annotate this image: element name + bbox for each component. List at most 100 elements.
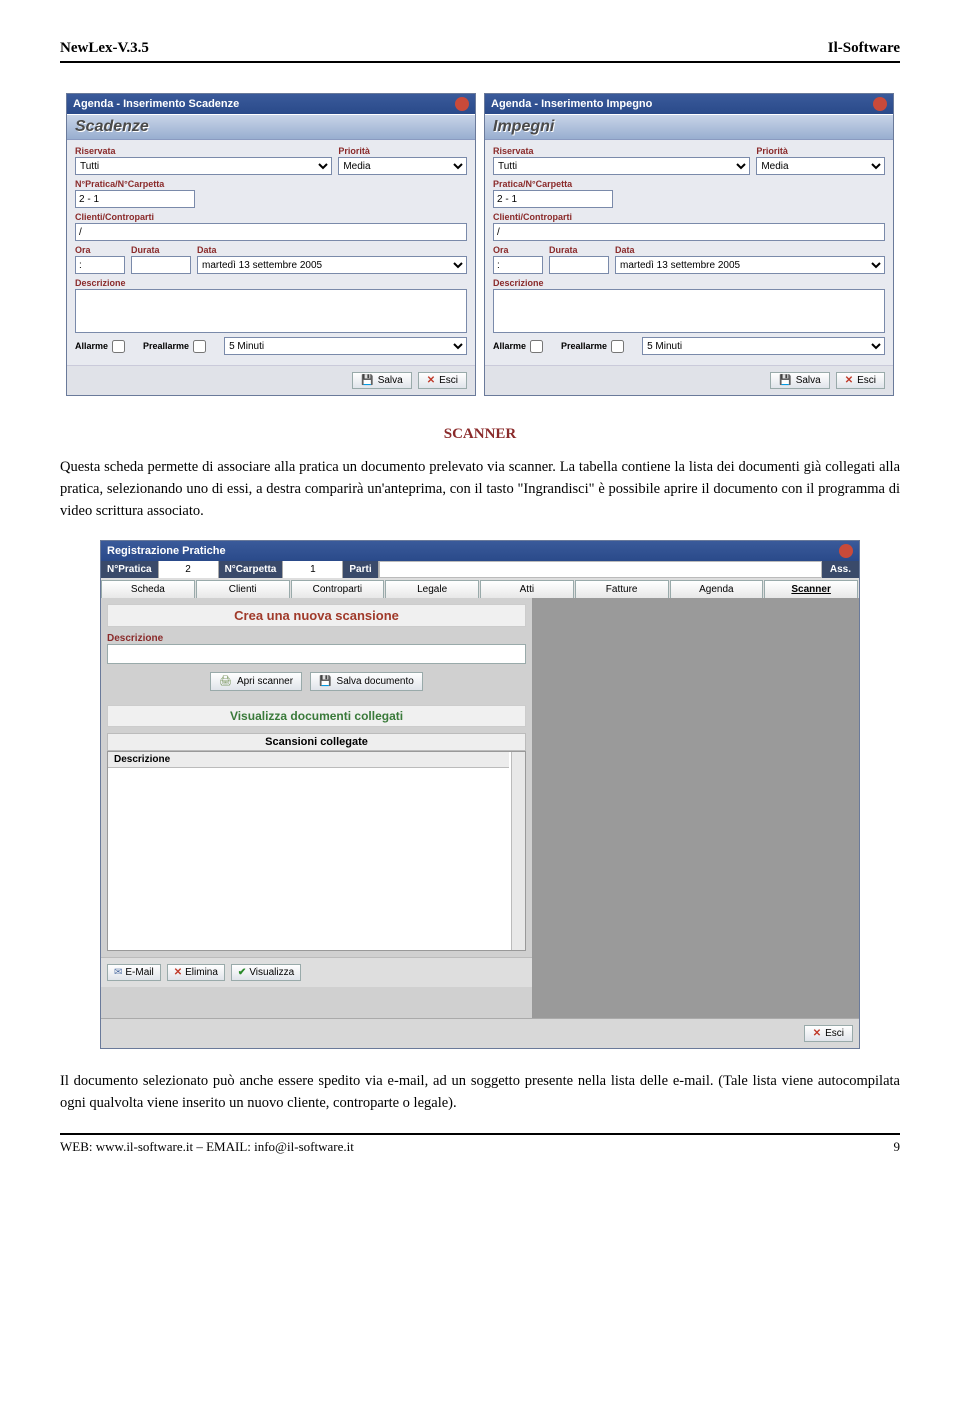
x-icon: ✕ <box>174 967 182 978</box>
impegni-window: Agenda - Inserimento Impegno Impegni Ris… <box>484 93 894 396</box>
preallarme-checkbox[interactable]: Preallarme <box>143 340 206 353</box>
tab-legale[interactable]: Legale <box>385 580 479 598</box>
npratica-label: Pratica/N°Carpetta <box>493 179 885 189</box>
riservata-label: Riservata <box>75 146 332 156</box>
elimina-button[interactable]: ✕Elimina <box>167 964 225 981</box>
riservata-select[interactable]: Tutti <box>75 157 332 175</box>
footer-page: 9 <box>894 1139 901 1155</box>
tab-controparti[interactable]: Controparti <box>291 580 385 598</box>
allarme-checkbox[interactable]: Allarme <box>75 340 125 353</box>
salva-documento-button[interactable]: 💾Salva documento <box>310 672 423 691</box>
section-para1: Questa scheda permette di associare alla… <box>60 457 900 522</box>
npratica-value: 2 <box>159 561 219 578</box>
preallarme-checkbox[interactable]: Preallarme <box>561 340 624 353</box>
descrizione-label: Descrizione <box>75 278 467 288</box>
npratica-input[interactable] <box>493 190 613 208</box>
section-para2: Il documento selezionato può anche esser… <box>60 1071 900 1115</box>
tab-bar: Scheda Clienti Controparti Legale Atti F… <box>101 578 859 598</box>
durata-label: Durata <box>131 245 191 255</box>
esci-button[interactable]: ✕Esci <box>804 1025 853 1042</box>
preallarme-select[interactable]: 5 Minuti <box>642 337 885 355</box>
apri-scanner-button[interactable]: 🖨Apri scanner <box>210 672 302 691</box>
visualizza-collegati-heading: Visualizza documenti collegati <box>107 705 526 727</box>
priorita-select[interactable]: Media <box>338 157 467 175</box>
salva-button[interactable]: 💾Salva <box>352 372 411 389</box>
clienti-input[interactable] <box>75 223 467 241</box>
close-icon[interactable] <box>455 97 469 111</box>
tab-agenda[interactable]: Agenda <box>670 580 764 598</box>
tab-scheda[interactable]: Scheda <box>101 580 195 598</box>
close-icon[interactable] <box>839 544 853 558</box>
preallarme-select[interactable]: 5 Minuti <box>224 337 467 355</box>
tab-scanner[interactable]: Scanner <box>764 580 858 598</box>
scansioni-collegate-heading: Scansioni collegate <box>107 733 526 751</box>
scanner-icon: 🖨 <box>219 676 232 687</box>
esci-button[interactable]: ✕Esci <box>836 372 885 389</box>
scansioni-list[interactable]: Descrizione <box>107 751 526 951</box>
mail-icon: ✉ <box>114 967 122 978</box>
preview-pane <box>533 598 859 1018</box>
riservata-select[interactable]: Tutti <box>493 157 750 175</box>
ass-header: Ass. <box>822 561 859 578</box>
priorita-label: Priorità <box>338 146 467 156</box>
data-label: Data <box>197 245 467 255</box>
disk-icon: 💾 <box>779 375 791 386</box>
header-right: Il-Software <box>828 40 900 57</box>
registrazione-window: Registrazione Pratiche N°Pratica 2 N°Car… <box>100 540 860 1049</box>
disk-icon: 💾 <box>361 375 373 386</box>
descrizione-label: Descrizione <box>107 633 526 644</box>
descrizione-textarea[interactable] <box>493 289 885 333</box>
descrizione-label: Descrizione <box>493 278 885 288</box>
footer-web: WEB: www.il-software.it – EMAIL: info@il… <box>60 1139 354 1155</box>
page-header: NewLex-V.3.5 Il-Software <box>60 40 900 63</box>
descrizione-input[interactable] <box>107 644 526 664</box>
tab-atti[interactable]: Atti <box>480 580 574 598</box>
tab-clienti[interactable]: Clienti <box>196 580 290 598</box>
check-icon: ✔ <box>238 967 246 978</box>
email-button[interactable]: ✉E-Mail <box>107 964 161 981</box>
ncarpetta-header: N°Carpetta <box>219 561 284 578</box>
descrizione-textarea[interactable] <box>75 289 467 333</box>
ora-label: Ora <box>75 245 125 255</box>
salva-button[interactable]: 💾Salva <box>770 372 829 389</box>
clienti-label: Clienti/Controparti <box>493 212 885 222</box>
parti-header: Parti <box>343 561 378 578</box>
close-icon[interactable] <box>873 97 887 111</box>
impegni-titlebar: Agenda - Inserimento Impegno <box>485 94 893 114</box>
data-select[interactable]: martedì 13 settembre 2005 <box>615 256 885 274</box>
scadenze-panel-head: Scadenze <box>67 114 475 140</box>
page-footer: WEB: www.il-software.it – EMAIL: info@il… <box>60 1133 900 1155</box>
ora-input[interactable] <box>493 256 543 274</box>
ora-input[interactable] <box>75 256 125 274</box>
scadenze-title: Agenda - Inserimento Scadenze <box>73 98 239 110</box>
disk-icon: 💾 <box>319 676 331 687</box>
ora-label: Ora <box>493 245 543 255</box>
ncarpetta-value: 1 <box>283 561 343 578</box>
x-icon: ✕ <box>813 1028 821 1039</box>
registrazione-titlebar: Registrazione Pratiche <box>101 541 859 561</box>
esci-button[interactable]: ✕Esci <box>418 372 467 389</box>
scadenze-window: Agenda - Inserimento Scadenze Scadenze R… <box>66 93 476 396</box>
parti-input[interactable] <box>379 561 822 578</box>
header-left: NewLex-V.3.5 <box>60 40 149 57</box>
column-descrizione: Descrizione <box>108 752 509 768</box>
priorita-select[interactable]: Media <box>756 157 885 175</box>
clienti-label: Clienti/Controparti <box>75 212 467 222</box>
data-select[interactable]: martedì 13 settembre 2005 <box>197 256 467 274</box>
data-label: Data <box>615 245 885 255</box>
impegni-title: Agenda - Inserimento Impegno <box>491 98 652 110</box>
npratica-label: N°Pratica/N°Carpetta <box>75 179 467 189</box>
npratica-input[interactable] <box>75 190 195 208</box>
durata-input[interactable] <box>131 256 191 274</box>
section-title: SCANNER <box>60 426 900 443</box>
tab-fatture[interactable]: Fatture <box>575 580 669 598</box>
allarme-checkbox[interactable]: Allarme <box>493 340 543 353</box>
header-row: N°Pratica 2 N°Carpetta 1 Parti Ass. <box>101 561 859 578</box>
scadenze-titlebar: Agenda - Inserimento Scadenze <box>67 94 475 114</box>
clienti-input[interactable] <box>493 223 885 241</box>
crea-scansione-heading: Crea una nuova scansione <box>107 604 526 627</box>
durata-input[interactable] <box>549 256 609 274</box>
x-icon: ✕ <box>427 375 435 386</box>
scrollbar[interactable] <box>511 752 525 950</box>
visualizza-button[interactable]: ✔Visualizza <box>231 964 301 981</box>
